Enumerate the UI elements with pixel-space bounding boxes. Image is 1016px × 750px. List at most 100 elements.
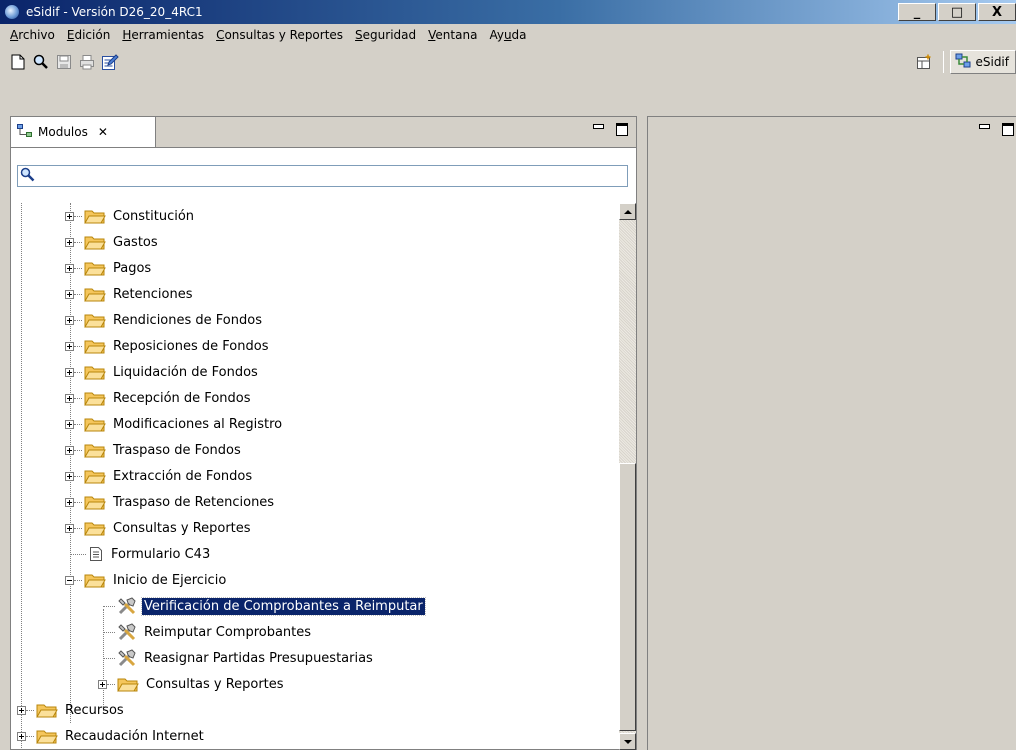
expand-toggle[interactable] [98,679,107,689]
window-controls: _ □ X [898,3,1016,21]
tree-item-reimputar-comprobantes[interactable]: Reimputar Comprobantes [103,619,313,645]
minimize-view-icon[interactable] [592,121,604,135]
expand-toggle[interactable] [65,497,74,507]
menu-ayuda[interactable]: Ayuda [483,28,532,42]
tree-item-rendiciones-de-fondos[interactable]: Rendiciones de Fondos [65,307,264,333]
expand-toggle[interactable] [65,367,74,377]
tree-item-gastos[interactable]: Gastos [65,229,160,255]
expand-toggle[interactable] [65,341,74,351]
folder-icon [84,313,106,328]
tree-item-traspaso-de-retenciones[interactable]: Traspaso de Retenciones [65,489,276,515]
perspective-label: eSidif [975,55,1009,69]
menu-archivo[interactable]: Archivo [4,28,61,42]
save-icon[interactable] [54,52,74,72]
tree-item-liquidacion-de-fondos[interactable]: Liquidación de Fondos [65,359,260,385]
tree-item-extraccion-de-fondos[interactable]: Extracción de Fondos [65,463,254,489]
folder-icon [84,443,106,458]
menu-seguridad[interactable]: Seguridad [349,28,422,42]
document-icon [88,546,104,562]
scroll-thumb[interactable] [619,463,636,731]
toolbar-separator [943,51,945,73]
menu-herramientas[interactable]: Herramientas [116,28,210,42]
folder-icon [36,703,58,718]
modules-view: Modulos ✕ Constitución Gastos Pagos Rete… [10,116,637,750]
tree-item-modificaciones-al-registro[interactable]: Modificaciones al Registro [65,411,284,437]
expand-toggle[interactable] [65,237,74,247]
edit-document-icon[interactable] [100,52,120,72]
menu-ventana[interactable]: Ventana [422,28,483,42]
main-toolbar: eSidif [0,46,1016,78]
hierarchy-icon [17,123,33,141]
editor-controls [978,121,1014,136]
scroll-up-button[interactable] [619,203,636,220]
scroll-down-button[interactable] [619,733,636,750]
maximize-view-icon[interactable] [616,121,628,136]
tree-item-recepcion-de-fondos[interactable]: Recepción de Fondos [65,385,253,411]
open-perspective-icon[interactable] [914,52,934,72]
collapse-toggle[interactable] [65,575,74,585]
folder-icon [84,417,106,432]
tree-item-inicio-de-ejercicio[interactable]: Inicio de Ejercicio [65,567,228,593]
expand-toggle[interactable] [65,393,74,403]
expand-toggle[interactable] [65,263,74,273]
tree-scrollbar[interactable] [619,203,636,750]
title-bar: eSidif - Versión D26_20_4RC1 _ □ X [0,0,1016,24]
expand-toggle[interactable] [65,289,74,299]
folder-icon [84,261,106,276]
menu-bar: Archivo Edición Herramientas Consultas y… [0,24,1016,46]
folder-icon [36,729,58,744]
expand-toggle[interactable] [65,471,74,481]
tree-item-reposiciones-de-fondos[interactable]: Reposiciones de Fondos [65,333,270,359]
expand-toggle[interactable] [17,705,26,715]
tree-item-formulario-c43[interactable]: Formulario C43 [70,541,212,567]
expand-toggle[interactable] [65,211,74,221]
tools-icon [117,623,137,641]
new-file-icon[interactable] [8,52,28,72]
tab-modulos-label: Modulos [38,125,88,139]
tools-icon [117,597,137,615]
modules-view-body: Constitución Gastos Pagos Retenciones Re [11,147,636,750]
maximize-editor-icon[interactable] [1002,121,1014,136]
folder-icon [84,469,106,484]
maximize-button[interactable]: □ [938,3,976,21]
tree-item-reasignar-partidas[interactable]: Reasignar Partidas Presupuestarias [103,645,375,671]
tree-item-inicio-consultas-y-reportes[interactable]: Consultas y Reportes [98,671,286,697]
folder-icon [84,209,106,224]
expand-toggle[interactable] [65,419,74,429]
tree-guide-line [21,203,22,750]
module-search-field[interactable] [17,165,628,187]
close-button[interactable]: X [978,3,1016,21]
network-icon [955,53,971,72]
tree-item-recursos[interactable]: Recursos [17,697,126,723]
print-icon[interactable] [77,52,97,72]
search-icon[interactable] [31,52,51,72]
menu-edicion[interactable]: Edición [61,28,116,42]
minimize-button[interactable]: _ [898,3,936,21]
tree-item-retenciones[interactable]: Retenciones [65,281,195,307]
tree-item-recaudacion-internet[interactable]: Recaudación Internet [17,723,206,749]
expand-toggle[interactable] [17,731,26,741]
tree-item-traspaso-de-fondos[interactable]: Traspaso de Fondos [65,437,243,463]
expand-toggle[interactable] [65,315,74,325]
module-search-input[interactable] [39,167,627,185]
folder-icon [84,365,106,380]
menu-consultas-reportes[interactable]: Consultas y Reportes [210,28,349,42]
folder-icon [84,287,106,302]
app-icon [4,4,20,20]
tree-item-verificacion-de-comprobantes[interactable]: Verificación de Comprobantes a Reimputar [103,593,426,619]
expand-toggle[interactable] [65,445,74,455]
folder-icon [84,495,106,510]
editor-area [647,116,1016,750]
modules-tree: Constitución Gastos Pagos Retenciones Re [17,203,607,750]
tree-item-consultas-y-reportes[interactable]: Consultas y Reportes [65,515,253,541]
close-tab-icon[interactable]: ✕ [98,125,108,139]
arrow-down-icon [623,739,632,744]
view-controls [592,121,628,136]
window-title: eSidif - Versión D26_20_4RC1 [26,5,203,19]
expand-toggle[interactable] [65,523,74,533]
tab-modulos[interactable]: Modulos ✕ [11,117,156,147]
tree-item-pagos[interactable]: Pagos [65,255,153,281]
perspective-button-esidif[interactable]: eSidif [950,50,1016,74]
minimize-editor-icon[interactable] [978,121,990,135]
tree-item-constitucion[interactable]: Constitución [65,203,196,229]
